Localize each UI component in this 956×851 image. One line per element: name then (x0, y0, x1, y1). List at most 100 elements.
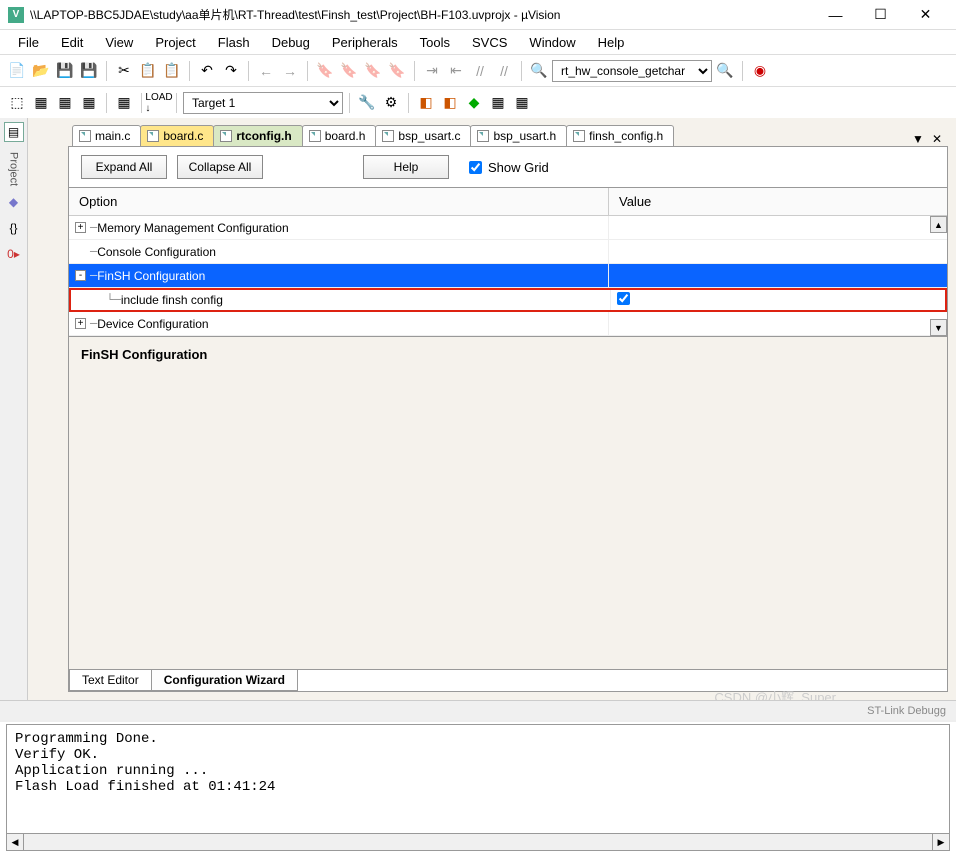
target-options-icon[interactable]: ⚙ (380, 92, 402, 114)
show-grid-input[interactable] (469, 161, 482, 174)
build-icon[interactable]: ▦ (30, 92, 52, 114)
books-tab-icon[interactable]: ◆ (4, 192, 24, 212)
window-title: \\LAPTOP-BBC5JDAE\study\aa单片机\RT-Thread\… (30, 6, 813, 23)
menu-peripherals[interactable]: Peripherals (322, 33, 408, 52)
minimize-button[interactable]: — (813, 0, 858, 30)
menu-project[interactable]: Project (145, 33, 205, 52)
menu-bar: File Edit View Project Flash Debug Perip… (0, 30, 956, 54)
row-include-finsh[interactable]: └─include finsh config (69, 288, 947, 312)
build-output-text[interactable]: Programming Done. Verify OK. Application… (6, 724, 950, 834)
undo-icon[interactable]: ↶ (196, 60, 218, 82)
close-button[interactable]: ✕ (903, 0, 948, 30)
file-icon (309, 130, 321, 142)
scroll-right-icon[interactable]: ▶ (932, 834, 949, 850)
collapse-all-button[interactable]: Collapse All (177, 155, 263, 179)
row-memory-mgmt[interactable]: +─Memory Management Configuration (69, 216, 947, 240)
menu-edit[interactable]: Edit (51, 33, 93, 52)
app-icon: V (8, 7, 24, 23)
uncomment-icon[interactable]: // (493, 60, 515, 82)
options-icon[interactable]: 🔧 (356, 92, 378, 114)
debug-icon[interactable]: ◉ (749, 60, 771, 82)
bookmark-icon[interactable]: 🔖 (314, 60, 336, 82)
comment-icon[interactable]: // (469, 60, 491, 82)
project-tab-label[interactable]: Project (8, 152, 20, 186)
redo-icon[interactable]: ↷ (220, 60, 242, 82)
menu-help[interactable]: Help (588, 33, 635, 52)
editor-area: main.c board.c rtconfig.h board.h bsp_us… (28, 118, 956, 700)
menu-file[interactable]: File (8, 33, 49, 52)
project-tab-icon[interactable]: ▤ (4, 122, 24, 142)
open-file-icon[interactable]: 📂 (30, 60, 52, 82)
show-grid-checkbox[interactable]: Show Grid (469, 160, 549, 175)
new-file-icon[interactable]: 📄 (6, 60, 28, 82)
expand-icon[interactable]: + (75, 318, 86, 329)
tab-main-c[interactable]: main.c (72, 125, 141, 146)
menu-svcs[interactable]: SVCS (462, 33, 517, 52)
search-combo[interactable]: rt_hw_console_getchar (552, 60, 712, 82)
save-all-icon[interactable]: 💾 (78, 60, 100, 82)
scroll-up-button[interactable]: ▲ (930, 216, 947, 233)
file-icon (79, 130, 91, 142)
config-wizard-icon[interactable]: ▦ (511, 92, 533, 114)
bookmark-next-icon[interactable]: 🔖 (362, 60, 384, 82)
nav-fwd-icon[interactable]: → (279, 60, 301, 82)
tab-rtconfig-h[interactable]: rtconfig.h (213, 125, 302, 146)
indent-icon[interactable]: ⇥ (421, 60, 443, 82)
row-console-config[interactable]: ─Console Configuration (69, 240, 947, 264)
menu-window[interactable]: Window (519, 33, 585, 52)
cut-icon[interactable]: ✂ (113, 60, 135, 82)
tab-config-wizard[interactable]: Configuration Wizard (151, 670, 298, 691)
maximize-button[interactable]: ☐ (858, 0, 903, 30)
templates-tab-icon[interactable]: 0▸ (4, 244, 24, 264)
build-output-hscroll[interactable]: ◀ ▶ (6, 834, 950, 851)
batch-build-icon[interactable]: ▦ (78, 92, 100, 114)
manage-books-icon[interactable]: ◧ (415, 92, 437, 114)
paste-icon[interactable]: 📋 (161, 60, 183, 82)
separator (742, 61, 743, 81)
tab-overflow-icon[interactable]: ▼ (912, 132, 924, 146)
config-description: FinSH Configuration (69, 337, 947, 669)
menu-view[interactable]: View (95, 33, 143, 52)
download-icon[interactable]: LOAD↓ (148, 92, 170, 114)
rebuild-icon[interactable]: ▦ (54, 92, 76, 114)
tab-board-c[interactable]: board.c (140, 125, 214, 146)
menu-flash[interactable]: Flash (208, 33, 260, 52)
col-header-value[interactable]: Value (609, 188, 947, 215)
stop-build-icon[interactable]: ▦ (113, 92, 135, 114)
scroll-left-icon[interactable]: ◀ (7, 834, 24, 850)
copy-icon[interactable]: 📋 (137, 60, 159, 82)
left-dock: ▤ Project ◆ {} 0▸ (0, 118, 28, 700)
expand-icon[interactable]: + (75, 222, 86, 233)
functions-tab-icon[interactable]: {} (4, 218, 24, 238)
tab-finsh-config-h[interactable]: finsh_config.h (566, 125, 674, 146)
col-header-option[interactable]: Option (69, 188, 609, 215)
pack-installer-icon[interactable]: ▦ (487, 92, 509, 114)
collapse-icon[interactable]: - (75, 270, 86, 281)
scroll-down-button[interactable]: ▼ (930, 319, 947, 336)
tab-bsp-usart-c[interactable]: bsp_usart.c (375, 125, 471, 146)
target-combo[interactable]: Target 1 (183, 92, 343, 114)
tab-board-h[interactable]: board.h (302, 125, 377, 146)
save-icon[interactable]: 💾 (54, 60, 76, 82)
bookmark-clear-icon[interactable]: 🔖 (386, 60, 408, 82)
separator (141, 93, 142, 113)
outdent-icon[interactable]: ⇤ (445, 60, 467, 82)
menu-tools[interactable]: Tools (410, 33, 460, 52)
tab-close-icon[interactable]: ✕ (932, 132, 942, 146)
menu-debug[interactable]: Debug (262, 33, 320, 52)
manage-rte-icon[interactable]: ◆ (463, 92, 485, 114)
find-next-icon[interactable]: 🔍 (714, 60, 736, 82)
manage-components-icon[interactable]: ◧ (439, 92, 461, 114)
tab-bsp-usart-h[interactable]: bsp_usart.h (470, 125, 567, 146)
row-device-config[interactable]: +─Device Configuration (69, 312, 947, 336)
find-icon[interactable]: 🔍 (528, 60, 550, 82)
translate-icon[interactable]: ⬚ (6, 92, 28, 114)
row-finsh-config[interactable]: -─FinSH Configuration (69, 264, 947, 288)
include-finsh-checkbox[interactable] (617, 292, 630, 305)
help-button[interactable]: Help (363, 155, 449, 179)
bookmark-prev-icon[interactable]: 🔖 (338, 60, 360, 82)
nav-back-icon[interactable]: ← (255, 60, 277, 82)
config-header: Option Value (69, 187, 947, 216)
expand-all-button[interactable]: Expand All (81, 155, 167, 179)
tab-text-editor[interactable]: Text Editor (69, 670, 152, 691)
